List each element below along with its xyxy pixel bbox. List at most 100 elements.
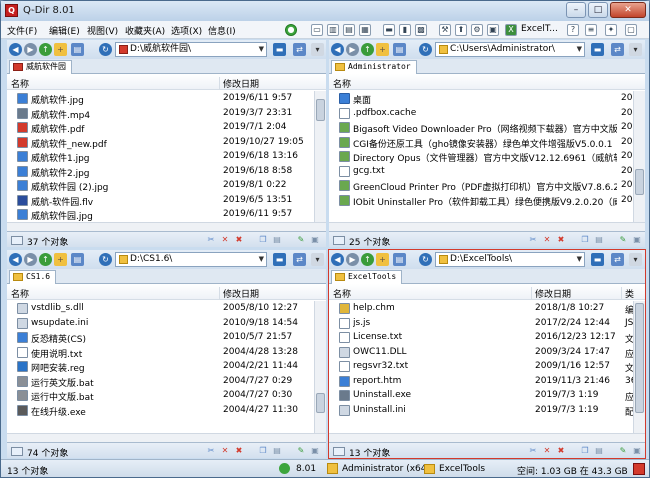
list-item[interactable]: gcg.txt 20	[329, 164, 645, 179]
scroll-thumb[interactable]	[635, 169, 644, 195]
list-item[interactable]: Bigasoft Video Downloader Pro（网络视频下载器）官方…	[329, 120, 645, 135]
swap-icon[interactable]: ⇄	[611, 253, 624, 266]
cut-icon[interactable]: ✕	[219, 445, 231, 457]
refresh-icon[interactable]: ↻	[99, 43, 112, 56]
view-icon[interactable]: ▤	[393, 43, 406, 56]
cut-icon[interactable]: ✕	[541, 445, 553, 457]
new-folder-icon[interactable]: +	[376, 43, 389, 56]
window-icon[interactable]: ▣	[487, 24, 499, 36]
layout-split-icon[interactable]: ▥	[327, 24, 339, 36]
scroll-thumb[interactable]	[316, 99, 325, 121]
copy-path-icon[interactable]: ▤	[593, 234, 605, 246]
list-item[interactable]: vstdlib_s.dll 2005/8/10 12:27	[7, 301, 326, 316]
vertical-scrollbar[interactable]	[314, 91, 326, 222]
forward-icon[interactable]: ▶	[346, 43, 359, 56]
view-icon[interactable]: ▤	[71, 43, 84, 56]
back-icon[interactable]: ◀	[9, 253, 22, 266]
up-icon[interactable]: ↑	[39, 253, 52, 266]
panel-icon[interactable]: ▬	[591, 253, 604, 266]
layout-grid-icon[interactable]: ▩	[415, 24, 427, 36]
swap-icon[interactable]: ⇄	[611, 43, 624, 56]
copy-icon[interactable]: ✂	[527, 445, 539, 457]
list-item[interactable]: js.js 2017/2/24 12:44 JS	[329, 316, 645, 331]
menu-icon[interactable]: ▾	[629, 43, 642, 56]
list-item[interactable]: 威航软件.pdf 2019/7/1 2:04	[7, 120, 326, 135]
list-item[interactable]: License.txt 2016/12/23 12:17 文	[329, 330, 645, 345]
list-item[interactable]: help.chm 2018/1/8 10:27 编	[329, 301, 645, 316]
back-icon[interactable]: ◀	[9, 43, 22, 56]
tab-folder[interactable]: CS1.6	[9, 270, 57, 284]
list-item[interactable]: 运行中文版.bat 2004/7/27 0:30	[7, 388, 326, 403]
column-type[interactable]: 类	[621, 287, 634, 300]
column-name[interactable]: 名称	[11, 77, 29, 90]
list-item[interactable]: IObit Uninstaller Pro（软件卸载工具）绿色便携版V9.2.0…	[329, 193, 645, 208]
vertical-scrollbar[interactable]	[633, 301, 645, 433]
layout-4-icon[interactable]: ▦	[359, 24, 371, 36]
copy-icon[interactable]: ✂	[205, 445, 217, 457]
tab-folder[interactable]: ExcelTools	[331, 270, 403, 284]
swap-icon[interactable]: ⇄	[293, 253, 306, 266]
settings-alt-icon[interactable]: ✦	[605, 24, 617, 36]
tools-icon[interactable]: ⚒	[439, 24, 451, 36]
panel-icon[interactable]: ▬	[591, 43, 604, 56]
chevron-down-icon[interactable]: ▼	[259, 43, 264, 56]
forward-icon[interactable]: ▶	[346, 253, 359, 266]
path-field[interactable]: D:\威航软件园\ ▼	[115, 42, 267, 57]
excel-icon[interactable]: X	[505, 24, 517, 36]
new-folder-icon[interactable]: +	[54, 43, 67, 56]
list-item[interactable]: 威航软件园 (2).jpg 2019/8/1 0:22	[7, 178, 326, 193]
list-item[interactable]: Directory Opus（文件管理器）官方中文版V12.12.6961（威航…	[329, 149, 645, 164]
view-icon[interactable]: ▤	[393, 253, 406, 266]
vertical-scrollbar[interactable]	[633, 91, 645, 222]
chevron-down-icon[interactable]: ▼	[259, 253, 264, 266]
layout-h-icon[interactable]: ▬	[383, 24, 395, 36]
list-item[interactable]: 使用说明.txt 2004/4/28 13:28	[7, 345, 326, 360]
column-name[interactable]: 名称	[11, 287, 29, 300]
layout-single-icon[interactable]: ▭	[311, 24, 323, 36]
delete-icon[interactable]: ✖	[233, 445, 245, 457]
tab-folder[interactable]: 威航软件园	[9, 60, 72, 74]
copy-path-icon[interactable]: ▤	[271, 445, 283, 457]
close-button[interactable]: ✕	[610, 2, 646, 18]
cut-icon[interactable]: ✕	[541, 234, 553, 246]
panel-icon[interactable]: ▬	[273, 43, 286, 56]
list-item[interactable]: CGI备份还原工具（gho镜像安装器）绿色单文件增强版V5.0.0.1（威航..…	[329, 135, 645, 150]
delete-icon[interactable]: ✖	[555, 445, 567, 457]
refresh-icon[interactable]: ↻	[99, 253, 112, 266]
paste-icon[interactable]: ❐	[579, 234, 591, 246]
properties-icon[interactable]: ▣	[631, 234, 643, 246]
back-icon[interactable]: ◀	[331, 253, 344, 266]
exceltools-shortcut[interactable]: ExcelT...	[521, 24, 558, 34]
help-icon[interactable]: ?	[567, 24, 579, 36]
tab-folder[interactable]: Administrator	[331, 60, 417, 74]
column-date[interactable]: 修改日期	[219, 77, 259, 90]
forward-icon[interactable]: ▶	[24, 43, 37, 56]
paste-icon[interactable]: ❐	[579, 445, 591, 457]
up-icon[interactable]: ↑	[361, 43, 374, 56]
column-name[interactable]: 名称	[333, 287, 351, 300]
menu-edit[interactable]: 编辑(E)	[49, 24, 80, 37]
list-item[interactable]: 威航软件2.jpg 2019/6/18 8:58	[7, 164, 326, 179]
list-item[interactable]: .pdfbox.cache 20	[329, 106, 645, 121]
copy-path-icon[interactable]: ▤	[593, 445, 605, 457]
settings-icon[interactable]: ⚙	[471, 24, 483, 36]
forward-icon[interactable]: ▶	[24, 253, 37, 266]
edit-icon[interactable]: ✎	[295, 234, 307, 246]
list-item[interactable]: 威航软件园.jpg 2019/6/11 9:57	[7, 207, 326, 222]
arrow-up-icon[interactable]: ⬆	[455, 24, 467, 36]
column-date[interactable]: 修改日期	[219, 287, 259, 300]
refresh-icon[interactable]: ↻	[419, 43, 432, 56]
menu-icon[interactable]: ▾	[311, 253, 324, 266]
list-item[interactable]: 在线升级.exe 2004/4/27 11:30	[7, 403, 326, 418]
path-field[interactable]: C:\Users\Administrator\ ▼	[435, 42, 585, 57]
list-icon[interactable]: ≡	[585, 24, 597, 36]
scroll-thumb[interactable]	[316, 393, 325, 413]
list-item[interactable]: regsvr32.txt 2009/1/16 12:57 文	[329, 359, 645, 374]
menu-file[interactable]: 文件(F)	[7, 24, 37, 37]
panel-icon[interactable]: ▬	[273, 253, 286, 266]
list-item[interactable]: 网吧安装.reg 2004/2/21 11:44	[7, 359, 326, 374]
path-field[interactable]: D:\CS1.6\ ▼	[115, 252, 267, 267]
list-item[interactable]: GreenCloud Printer Pro（PDF虚拟打印机）官方中文版V7.…	[329, 178, 645, 193]
refresh-icon[interactable]: ↻	[419, 253, 432, 266]
cut-icon[interactable]: ✕	[219, 234, 231, 246]
